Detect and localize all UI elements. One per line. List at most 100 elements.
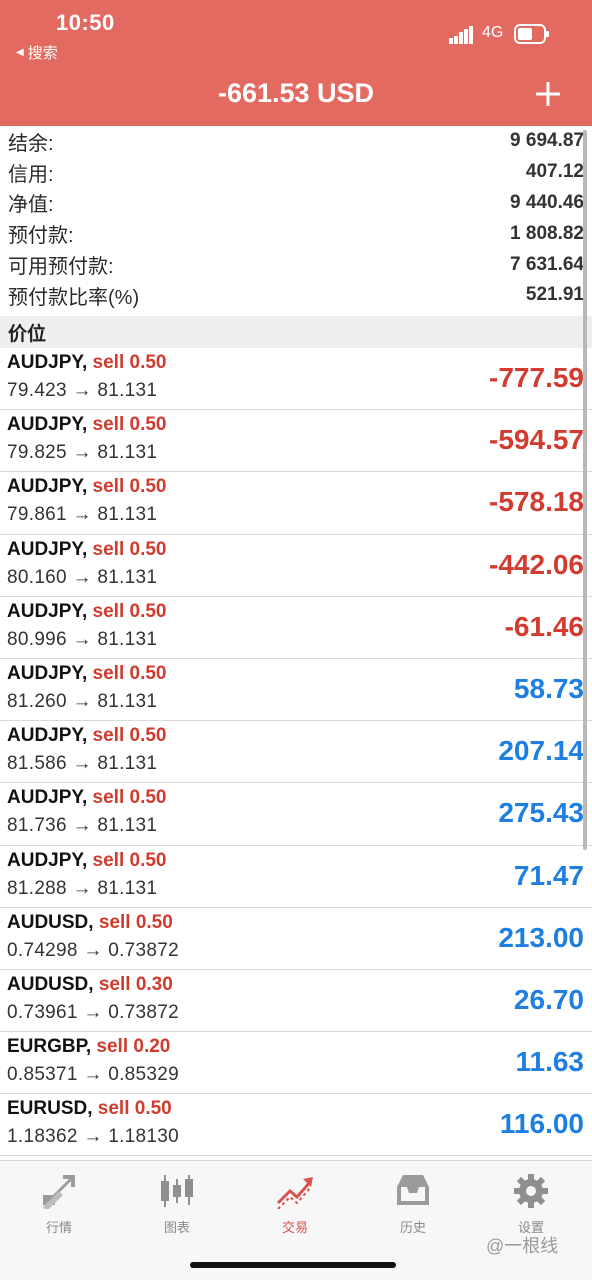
- position-side: sell 0.20: [96, 1036, 171, 1058]
- account-profit-title: -661.53 USD: [217, 78, 375, 108]
- position-header: AUDJPY, sell 0.50: [7, 725, 166, 747]
- position-symbol: AUDJPY,: [7, 725, 88, 747]
- position-row[interactable]: EURGBP, sell 0.20 0.85371 → 0.85329 11.63: [0, 1032, 592, 1095]
- position-prices: 0.74298 → 0.73872: [7, 939, 180, 961]
- position-profit: 71.47: [513, 859, 584, 891]
- position-row[interactable]: AUDUSD, sell 0.50 0.74298 → 0.73872 213.00: [0, 908, 592, 970]
- position-side: sell 0.50: [92, 787, 167, 809]
- position-symbol: AUDJPY,: [7, 787, 88, 809]
- app-header: 10:50 ◀ 搜索 4G -661.53 USD: [0, 0, 592, 126]
- position-header: AUDJPY, sell 0.50: [7, 601, 166, 623]
- position-side: sell 0.50: [92, 476, 167, 498]
- position-row[interactable]: AUDJPY, sell 0.50 80.996 → 81.131 -61.46: [0, 597, 592, 659]
- position-side: sell 0.50: [92, 662, 167, 684]
- position-row[interactable]: AUDJPY, sell 0.50 81.288 → 81.131 71.47: [0, 846, 592, 908]
- position-side: sell 0.50: [92, 849, 167, 871]
- status-time: 10:50: [56, 10, 115, 35]
- position-side: sell 0.50: [97, 1098, 172, 1120]
- position-header: AUDUSD, sell 0.30: [7, 974, 173, 996]
- summary-row-balance: 结余: 9 694.87: [0, 126, 592, 157]
- position-prices: 0.85371 → 0.85329: [7, 1064, 180, 1086]
- tab-history[interactable]: 历史: [354, 1173, 472, 1236]
- position-row[interactable]: AUDUSD, sell 0.30 0.73961 → 0.73872 26.70: [0, 970, 592, 1033]
- position-header: EURGBP, sell 0.20: [7, 1036, 170, 1058]
- position-symbol: AUDJPY,: [7, 414, 88, 436]
- summary-value: 9 694.87: [510, 130, 584, 152]
- position-row[interactable]: AUDJPY, sell 0.50 79.423 → 81.131 -777.59: [0, 348, 592, 411]
- summary-value: 521.91: [525, 284, 584, 306]
- back-to-search-button[interactable]: ◀ 搜索: [16, 42, 58, 63]
- position-header: AUDJPY, sell 0.50: [7, 850, 166, 872]
- position-row[interactable]: AUDJPY, sell 0.50 80.160 → 81.131 -442.06: [0, 535, 592, 597]
- position-prices: 0.73961 → 0.73872: [7, 1001, 180, 1023]
- add-order-button[interactable]: [532, 78, 564, 110]
- position-header: AUDJPY, sell 0.50: [7, 663, 166, 685]
- summary-row-margin-level: 预付款比率(%) 521.91: [0, 280, 592, 311]
- summary-row-equity: 净值: 9 440.46: [0, 188, 592, 219]
- summary-label: 结余:: [8, 132, 54, 155]
- tab-trade[interactable]: 交易: [236, 1173, 354, 1236]
- position-side: sell 0.50: [92, 352, 167, 373]
- position-symbol: AUDJPY,: [7, 352, 88, 373]
- position-prices: 79.861 → 81.131: [7, 504, 158, 526]
- position-prices: 80.160 → 81.131: [7, 566, 158, 588]
- quotes-icon: [43, 1175, 75, 1209]
- tab-settings[interactable]: 设置: [472, 1173, 590, 1236]
- position-prices: 80.996 → 81.131: [7, 628, 158, 650]
- settings-icon: [514, 1174, 548, 1208]
- position-profit: 207.14: [498, 735, 584, 767]
- position-row[interactable]: AUDJPY, sell 0.50 81.586 → 81.131 207.14: [0, 721, 592, 784]
- position-symbol: AUDJPY,: [7, 849, 88, 871]
- home-indicator[interactable]: [190, 1262, 396, 1268]
- position-row[interactable]: AUDJPY, sell 0.50 81.260 → 81.131 58.73: [0, 659, 592, 722]
- position-side: sell 0.50: [92, 538, 167, 560]
- position-profit: 116.00: [499, 1108, 584, 1140]
- chart-icon: [161, 1175, 193, 1207]
- position-symbol: AUDJPY,: [7, 538, 88, 560]
- position-profit: -777.59: [489, 362, 584, 393]
- position-header: AUDJPY, sell 0.50: [7, 414, 166, 436]
- position-profit: 26.70: [513, 983, 584, 1015]
- tab-quotes[interactable]: 行情: [0, 1173, 118, 1236]
- battery-icon: [514, 24, 549, 44]
- position-profit: -61.46: [504, 610, 584, 642]
- summary-value: 9 440.46: [510, 191, 584, 213]
- position-symbol: AUDUSD,: [7, 911, 94, 933]
- summary-label: 预付款比率(%): [8, 286, 140, 309]
- position-profit: 11.63: [515, 1046, 584, 1078]
- position-prices: 81.288 → 81.131: [7, 877, 158, 899]
- summary-value: 407.12: [525, 161, 584, 183]
- position-prices: 81.586 → 81.131: [7, 753, 158, 775]
- summary-value: 7 631.64: [510, 253, 584, 275]
- position-row[interactable]: AUDJPY, sell 0.50 81.736 → 81.131 275.43: [0, 783, 592, 846]
- position-symbol: AUDUSD,: [7, 973, 94, 995]
- summary-row-credit: 信用: 407.12: [0, 157, 592, 188]
- scrollbar[interactable]: [583, 130, 587, 850]
- back-arrow-icon: ◀: [16, 47, 24, 58]
- position-symbol: AUDJPY,: [7, 476, 88, 498]
- position-profit: 213.00: [498, 921, 584, 953]
- position-header: AUDJPY, sell 0.50: [7, 787, 166, 809]
- summary-label: 净值:: [8, 194, 54, 217]
- position-side: sell 0.50: [98, 911, 173, 933]
- position-profit: -594.57: [489, 424, 584, 456]
- positions-list[interactable]: AUDJPY, sell 0.50 79.423 → 81.131 -777.59 A…: [0, 348, 592, 1158]
- summary-label: 预付款:: [8, 225, 74, 248]
- position-row[interactable]: EURUSD, sell 0.50 1.18362 → 1.18130 116.00: [0, 1094, 592, 1157]
- position-symbol: AUDJPY,: [7, 662, 88, 684]
- history-icon: [397, 1175, 429, 1205]
- position-prices: 79.423 → 81.131: [7, 380, 158, 401]
- position-side: sell 0.50: [92, 725, 167, 747]
- tab-chart[interactable]: 图表: [118, 1173, 236, 1236]
- summary-label: 可用预付款:: [8, 256, 114, 279]
- position-prices: 81.736 → 81.131: [7, 815, 158, 837]
- position-row[interactable]: AUDJPY, sell 0.50 79.861 → 81.131 -578.18: [0, 472, 592, 535]
- position-header: AUDUSD, sell 0.50: [7, 912, 173, 934]
- watermark: @一根线: [486, 1236, 559, 1256]
- position-row[interactable]: AUDJPY, sell 0.50 79.825 → 81.131 -594.57: [0, 410, 592, 473]
- position-header: AUDJPY, sell 0.50: [7, 352, 166, 374]
- tab-label: 行情: [45, 1220, 72, 1235]
- summary-label: 信用:: [8, 163, 54, 186]
- position-header: AUDJPY, sell 0.50: [7, 539, 166, 561]
- position-profit: -442.06: [489, 548, 584, 580]
